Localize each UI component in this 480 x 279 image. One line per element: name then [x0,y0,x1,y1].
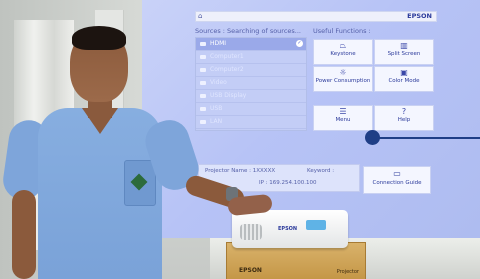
power-consumption-button: ☼ Power Consumption [313,66,373,92]
function-label: Split Screen [387,51,421,57]
connection-guide-label: Connection Guide [372,180,422,186]
keystone-icon: ⏢ [339,41,347,50]
photo-scene: ⌂ EPSON Sources : Searching of sources..… [0,0,480,279]
annotation-line [372,137,480,139]
menu-button: ☰ Menu [313,105,373,131]
box-subtitle: Projector [336,269,359,275]
projector-lens-cover [306,220,326,230]
annotation-dot [365,130,380,145]
help-icon: ? [401,107,407,116]
hair [72,26,126,50]
function-label: Color Mode [388,78,420,84]
function-label: Power Consumption [315,78,371,84]
left-forearm [12,190,36,279]
v-neck [82,108,118,134]
person [0,0,300,279]
keyword-label: Keyword : [307,168,335,174]
help-button: ? Help [374,105,434,131]
keystone-button: ⏢ Keystone [313,39,373,65]
color-mode-icon: ▣ [400,68,408,77]
function-label: Help [397,117,411,123]
connection-guide-button: ▭ Connection Guide [363,166,431,194]
function-label: Menu [335,117,351,123]
right-hand [227,193,273,217]
functions-header: Useful Functions : [313,27,371,35]
split-screen-button: ▥ Split Screen [374,39,434,65]
color-mode-button: ▣ Color Mode [374,66,434,92]
menu-icon: ☰ [339,107,347,116]
connection-guide-icon: ▭ [393,169,401,178]
split-screen-icon: ▥ [400,41,408,50]
function-label: Keystone [330,51,356,57]
power-consumption-icon: ☼ [339,68,347,77]
projected-brand: EPSON [407,12,432,20]
